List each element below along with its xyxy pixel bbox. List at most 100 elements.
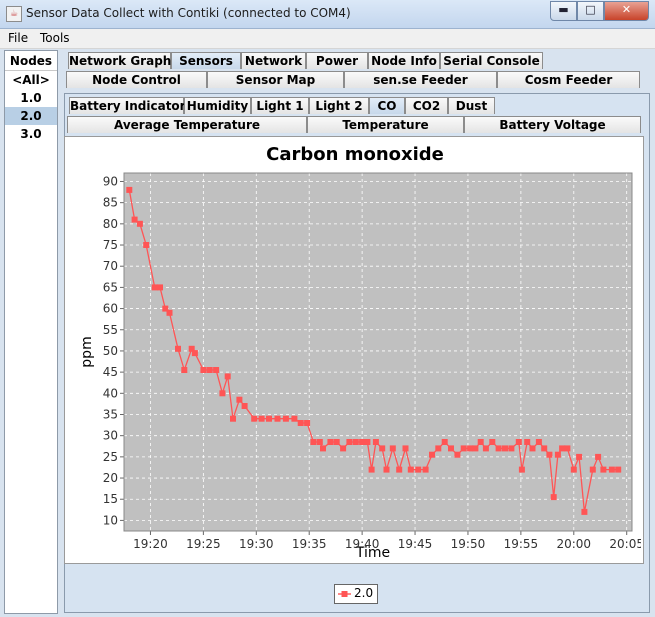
y-tick-label: 10 (103, 513, 118, 527)
nodes-header: Nodes (5, 51, 57, 71)
data-point (402, 445, 409, 452)
co-chart-panel: Carbon monoxide 10 15 20 25 30 35 40 45 50 55 60 65… (64, 136, 644, 564)
data-point (608, 466, 615, 473)
data-point (181, 367, 188, 373)
y-tick-label: 55 (103, 323, 118, 337)
node-item-3-0[interactable]: 3.0 (5, 125, 57, 143)
subtab-light-2[interactable]: Light 2 (309, 97, 369, 114)
subtab-battery-indicator[interactable]: Battery Indicator (69, 97, 186, 114)
data-point (157, 284, 163, 291)
data-point (546, 451, 553, 458)
data-point (274, 415, 281, 422)
subtab-average-temperature[interactable]: Average Temperature (67, 116, 307, 133)
data-point (535, 439, 542, 445)
y-tick-label: 35 (103, 407, 118, 421)
y-tick-label: 75 (103, 238, 118, 252)
x-tick-label: 19:50 (451, 537, 486, 551)
node-item-2-0[interactable]: 2.0 (5, 107, 57, 125)
data-point (131, 216, 138, 223)
y-tick-label: 65 (103, 280, 118, 294)
data-point (352, 439, 359, 445)
data-point (340, 445, 347, 452)
data-point (282, 415, 289, 422)
tab-power[interactable]: Power (306, 52, 368, 69)
data-point (379, 445, 386, 452)
data-point (166, 309, 173, 316)
data-point (508, 445, 515, 452)
y-tick-label: 50 (103, 344, 118, 358)
tab-sensors[interactable]: Sensors (171, 52, 241, 69)
y-tick-label: 90 (103, 174, 118, 188)
data-point (258, 415, 265, 422)
data-point (589, 466, 596, 473)
y-tick-label: 15 (103, 492, 118, 506)
minimize-button[interactable]: ▬ (550, 1, 577, 21)
y-tick-label: 25 (103, 450, 118, 464)
close-button[interactable]: ✕ (604, 1, 649, 21)
data-point (415, 466, 422, 473)
data-point (251, 415, 258, 422)
data-point (346, 439, 353, 445)
subtab-temperature[interactable]: Temperature (307, 116, 464, 133)
data-point (266, 415, 272, 422)
tab-sense-feeder[interactable]: sen.se Feeder (344, 71, 497, 88)
tab-node-control[interactable]: Node Control (66, 71, 207, 88)
main-tabs-panel: Network Graph Sensors Network Power Node… (62, 49, 650, 613)
data-point (224, 373, 231, 380)
node-item-all[interactable]: <All> (5, 71, 57, 89)
y-tick-label: 85 (103, 196, 118, 210)
y-tick-label: 60 (103, 302, 118, 316)
data-point (333, 439, 340, 445)
y-tick-label: 30 (103, 429, 118, 443)
subtab-co2[interactable]: CO2 (405, 97, 448, 114)
data-point (136, 220, 143, 227)
x-tick-label: 19:25 (186, 537, 221, 551)
data-point (383, 466, 390, 473)
y-tick-label: 80 (103, 217, 118, 231)
subtab-light-1[interactable]: Light 1 (251, 97, 309, 114)
x-tick-label: 19:30 (239, 537, 274, 551)
menu-file[interactable]: File (8, 31, 28, 45)
data-point (429, 451, 435, 458)
data-point (448, 445, 454, 452)
data-point (143, 242, 150, 248)
data-point (441, 439, 448, 445)
subtab-battery-voltage[interactable]: Battery Voltage (464, 116, 641, 133)
nodes-list: Nodes <All> 1.0 2.0 3.0 (4, 50, 58, 614)
data-point (126, 186, 133, 193)
tab-network[interactable]: Network (241, 52, 306, 69)
data-point (518, 466, 525, 473)
subtab-dust[interactable]: Dust (448, 97, 495, 114)
tab-serial-console[interactable]: Serial Console (440, 52, 543, 69)
data-point (396, 466, 403, 473)
maximize-button[interactable]: □ (577, 1, 604, 21)
data-point (236, 396, 243, 403)
data-point (407, 466, 414, 473)
y-tick-label: 70 (103, 259, 118, 273)
tab-sensor-map[interactable]: Sensor Map (207, 71, 344, 88)
menu-tools[interactable]: Tools (40, 31, 70, 45)
data-point (467, 445, 474, 452)
x-tick-label: 20:00 (556, 537, 591, 551)
chart-legend: 2.0 (334, 584, 378, 604)
x-tick-label: 19:35 (292, 537, 327, 551)
data-point (230, 415, 236, 422)
data-point (550, 494, 557, 501)
legend-label: 2.0 (354, 586, 374, 600)
node-item-1-0[interactable]: 1.0 (5, 89, 57, 107)
x-tick-label: 19:45 (398, 537, 433, 551)
data-point (175, 345, 181, 352)
x-tick-label: 20:05 (609, 537, 641, 551)
tab-cosm-feeder[interactable]: Cosm Feeder (497, 71, 640, 88)
subtab-co[interactable]: CO (369, 97, 405, 114)
tab-network-graph[interactable]: Network Graph (68, 52, 171, 69)
data-point (615, 466, 622, 473)
window-controls: ▬ □ ✕ (550, 1, 649, 21)
y-tick-label: 20 (103, 471, 118, 485)
data-point (291, 415, 298, 422)
data-point (151, 284, 158, 291)
data-point (422, 466, 429, 473)
y-tick-label: 45 (103, 365, 118, 379)
subtab-humidity[interactable]: Humidity (184, 97, 251, 114)
tab-node-info[interactable]: Node Info (368, 52, 440, 69)
